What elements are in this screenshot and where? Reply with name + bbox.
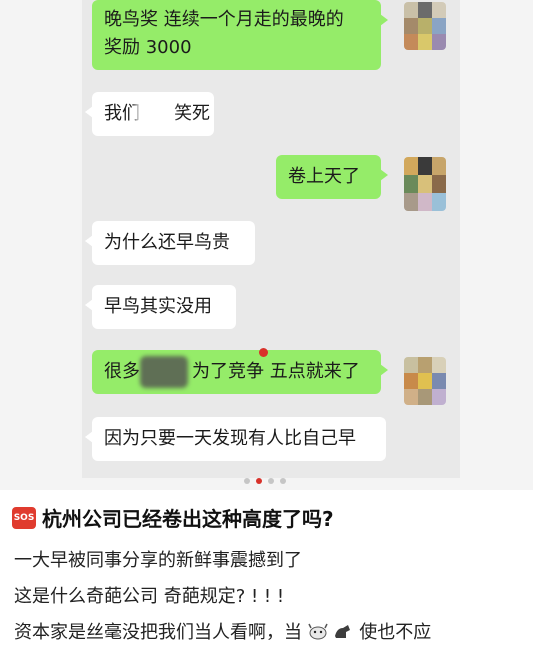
message-text: 卷上天了 — [288, 166, 360, 187]
pager-dot[interactable] — [280, 478, 286, 484]
chat-bubble-left: 因为只要一天发现有人比自己早 — [85, 417, 386, 461]
message-text: 为了竞争 五点就来了 — [192, 361, 360, 382]
message-text: 早鸟其实没用 — [104, 296, 212, 317]
chat-bubble-right: 很多 为了竞争 五点就来了 — [92, 350, 388, 394]
pager-dot-active[interactable] — [256, 478, 262, 484]
blurred-text — [136, 98, 174, 130]
post-title-text: 杭州公司已经卷出这种高度了吗? — [42, 507, 334, 531]
horse-emoji-icon — [333, 622, 353, 640]
avatar-self-icon — [404, 2, 446, 50]
chat-bubble-right: 卷上天了 — [276, 155, 388, 199]
pager-dot[interactable] — [268, 478, 274, 484]
chat-screenshot: 晚鸟奖 连续一个月走的最晚的 奖励 3000 我们 笑死 卷上天了 为什么还早鸟贵… — [0, 0, 533, 490]
chat-bubble-right: 晚鸟奖 连续一个月走的最晚的 奖励 3000 — [92, 0, 388, 70]
carousel-pager[interactable] — [244, 478, 286, 484]
message-text: 笑死 — [174, 103, 210, 124]
message-line: 奖励 3000 — [104, 37, 192, 58]
sos-icon: SOS — [12, 506, 36, 529]
message-text: 我们 — [104, 103, 140, 124]
post-line: 这是什么奇葩公司 奇葩规定? ! ! ! — [14, 586, 285, 607]
avatar-self-icon — [404, 357, 446, 405]
blurred-text — [140, 356, 188, 388]
message-text: 为什么还早鸟贵 — [104, 232, 230, 253]
post-line: 资本家是丝毫没把我们当人看啊，当 使也不应 — [14, 618, 431, 644]
message-text: 很多 — [104, 361, 140, 382]
cow-emoji-icon — [308, 622, 328, 640]
pager-dot[interactable] — [244, 478, 250, 484]
avatar-self-icon — [404, 157, 446, 211]
message-line: 晚鸟奖 连续一个月走的最晚的 — [104, 9, 344, 30]
post-title: SOS 杭州公司已经卷出这种高度了吗? — [12, 503, 525, 532]
red-marker-dot — [259, 348, 268, 357]
chat-bubble-left: 早鸟其实没用 — [85, 285, 236, 329]
message-text: 因为只要一天发现有人比自己早 — [104, 428, 356, 449]
chat-bubble-left: 为什么还早鸟贵 — [85, 221, 255, 265]
post-line: 一大早被同事分享的新鲜事震撼到了 — [14, 550, 302, 571]
